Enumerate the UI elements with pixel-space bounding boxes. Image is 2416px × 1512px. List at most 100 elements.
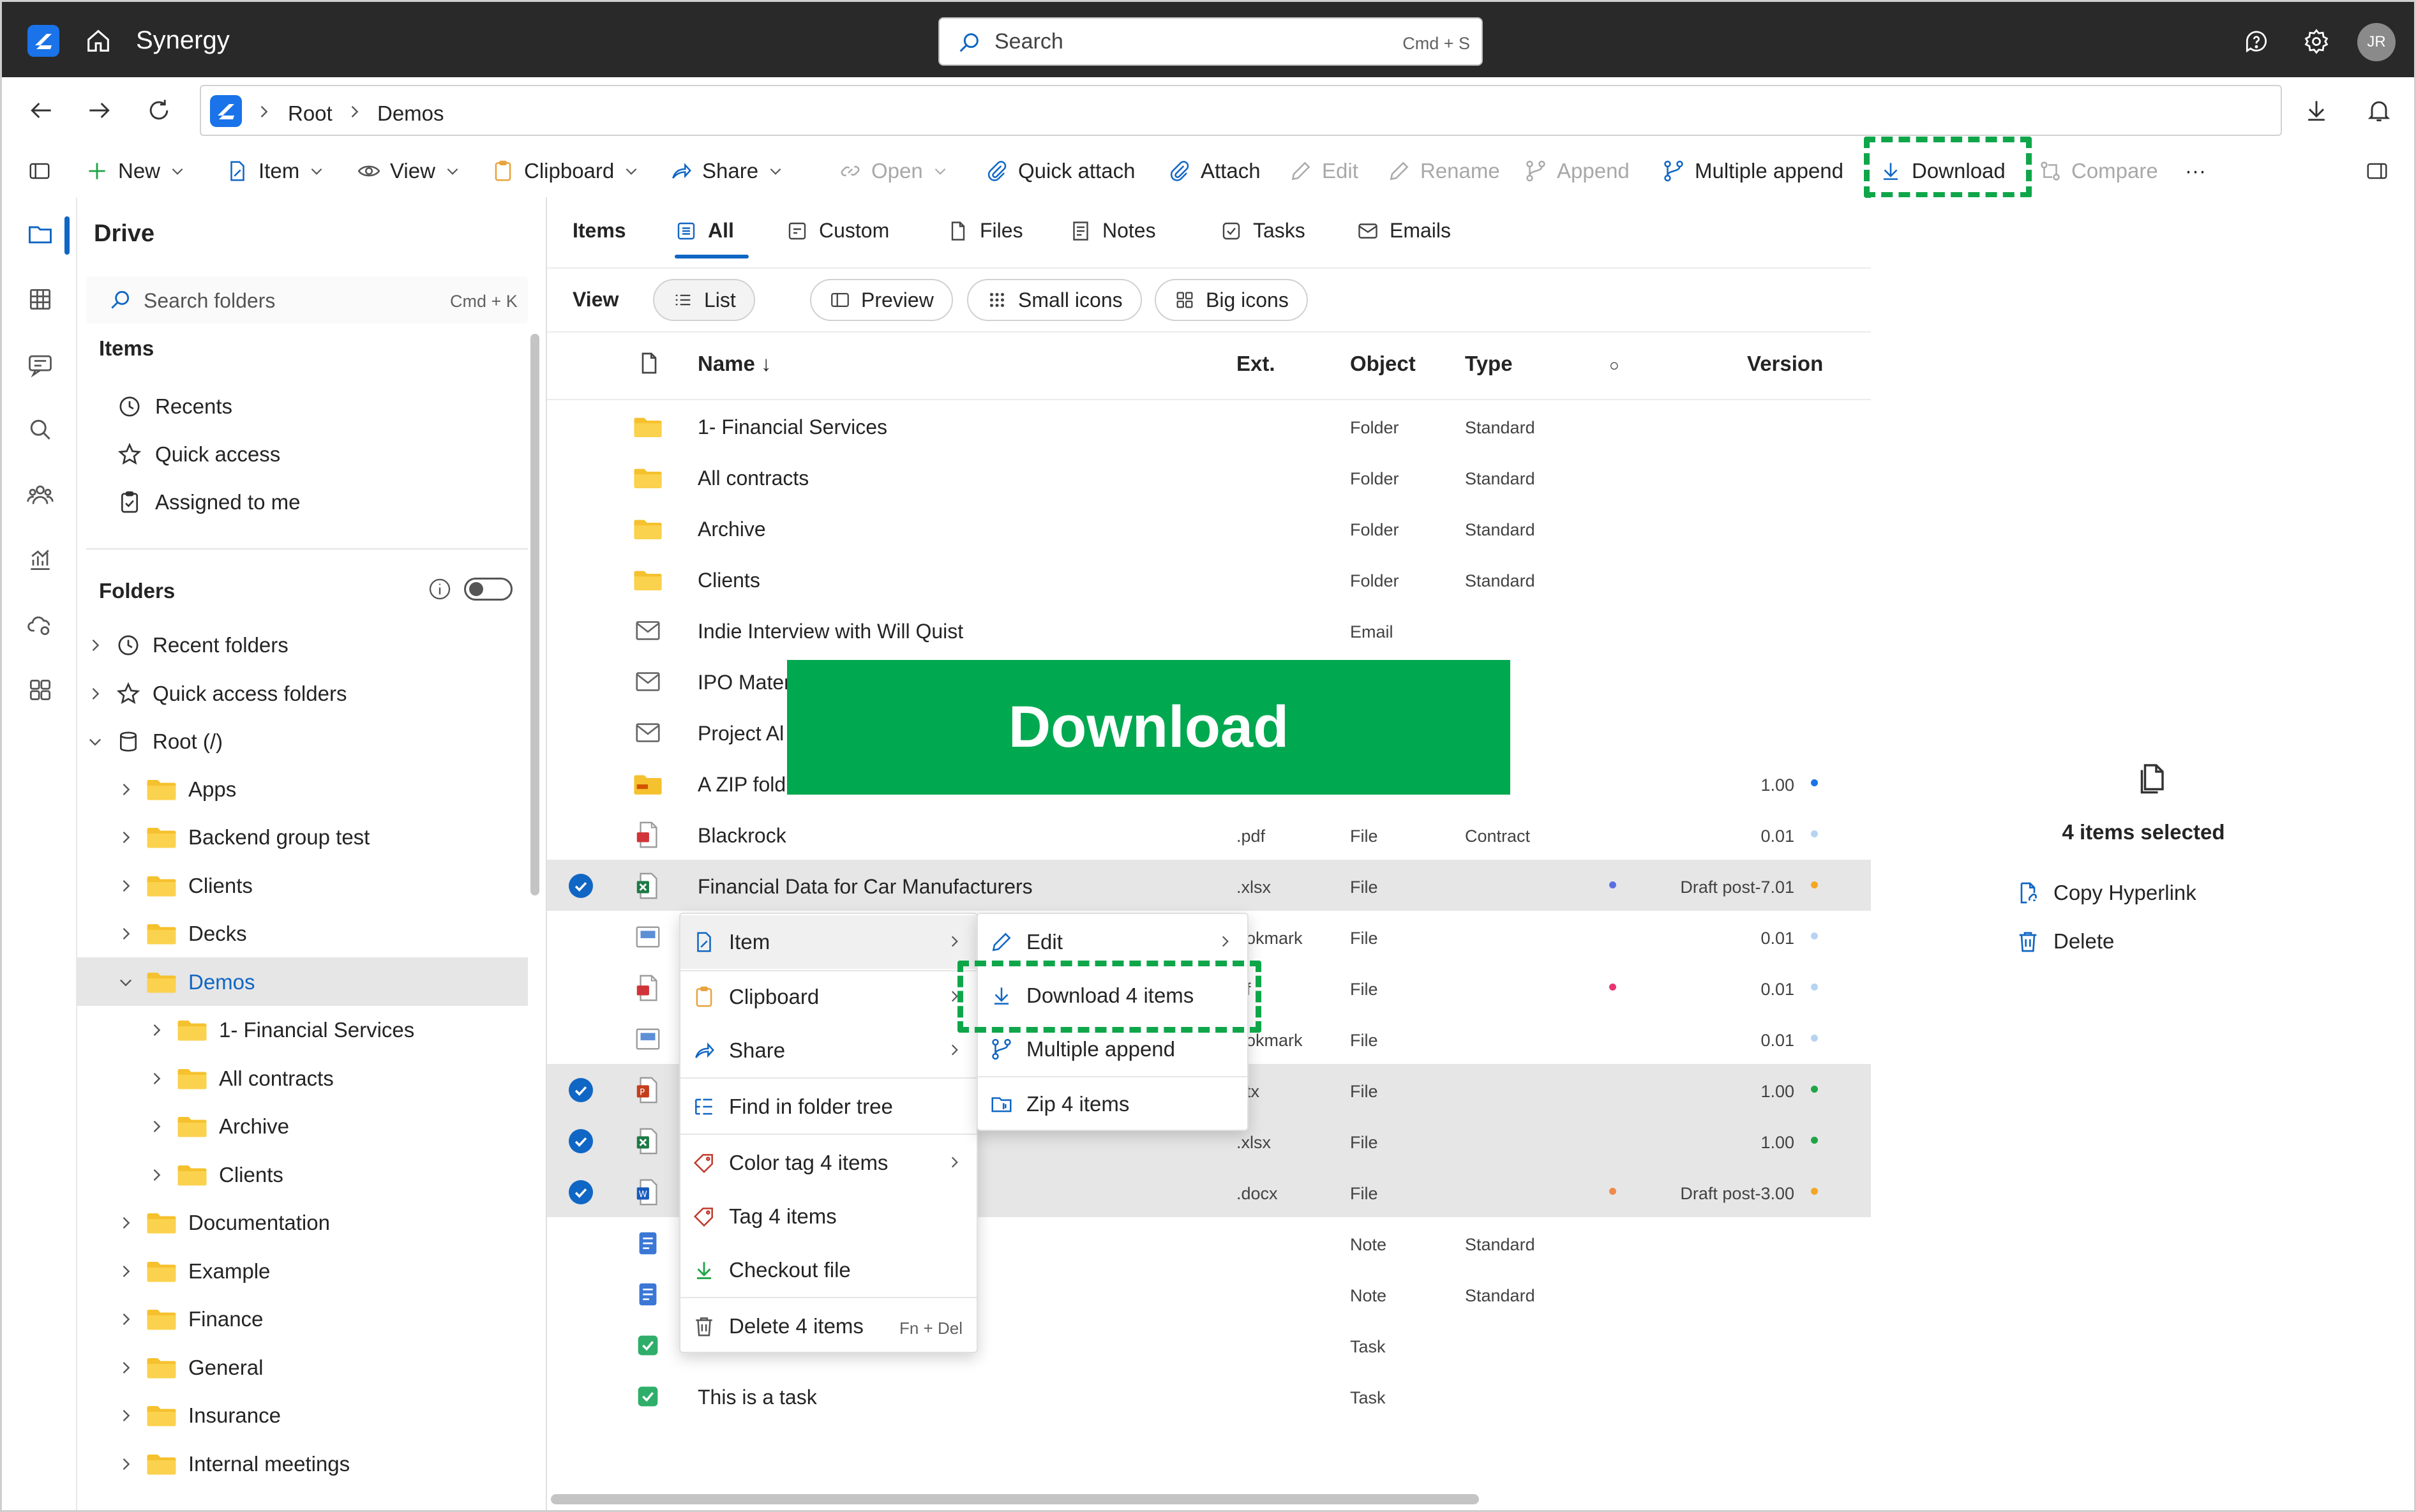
chevron-right-icon[interactable]: [147, 1166, 165, 1184]
view-list-button[interactable]: List: [653, 279, 755, 321]
table-row[interactable]: All contracts Folder Standard: [547, 451, 1871, 502]
submenu-multiple-append[interactable]: Multiple append: [978, 1022, 1247, 1076]
tree-root[interactable]: Root (/): [86, 729, 223, 754]
chevron-right-icon[interactable]: [117, 1455, 135, 1473]
tree-folder-all-contracts[interactable]: All contracts: [147, 1067, 334, 1091]
tree-folder-apps[interactable]: Apps: [117, 777, 236, 802]
selected-checkmark-icon[interactable]: [569, 874, 593, 898]
chevron-down-icon[interactable]: [86, 733, 104, 751]
clipboard-button[interactable]: Clipboard: [491, 155, 640, 187]
tree-folder-demos[interactable]: Demos: [117, 970, 255, 994]
chevron-right-icon[interactable]: [117, 925, 135, 943]
folder-search-input[interactable]: Search folders Cmd + K: [86, 276, 528, 324]
tree-folder-documentation[interactable]: Documentation: [117, 1211, 330, 1235]
folders-toggle-switch[interactable]: [464, 578, 513, 601]
tab-files[interactable]: Files: [947, 219, 1023, 243]
open-button[interactable]: Open: [838, 155, 949, 187]
attach-button[interactable]: Attach: [1167, 155, 1261, 187]
download-arrow-icon[interactable]: [2302, 96, 2330, 124]
view-preview-button[interactable]: Preview: [810, 279, 953, 321]
tab-custom[interactable]: Custom: [786, 219, 889, 243]
tree-folder-insurance[interactable]: Insurance: [117, 1403, 281, 1428]
tab-all[interactable]: All: [675, 219, 734, 243]
menu-item-checkout[interactable]: Checkout file: [680, 1243, 977, 1297]
tree-folder-clients[interactable]: Clients: [117, 874, 253, 898]
item-button[interactable]: Item: [225, 155, 325, 187]
global-search-input[interactable]: Search Cmd + S: [938, 17, 1483, 66]
sidebar-toggle-button[interactable]: [27, 155, 52, 187]
chevron-right-icon[interactable]: [117, 1359, 135, 1377]
breadcrumb-root[interactable]: Root: [288, 101, 333, 126]
column-header-status[interactable]: ○: [1609, 356, 1619, 375]
tree-folder-general[interactable]: General: [117, 1356, 263, 1380]
refresh-icon[interactable]: [145, 96, 173, 124]
sidebar-item-quick-access[interactable]: Quick access: [117, 442, 280, 467]
submenu-zip[interactable]: Zip 4 items: [978, 1077, 1247, 1131]
view-button[interactable]: View: [357, 155, 461, 187]
drive-folder-icon[interactable]: [26, 220, 54, 248]
grid-table-icon[interactable]: [26, 285, 54, 313]
edit-button[interactable]: Edit: [1289, 155, 1358, 187]
tree-folder-internal-meetings[interactable]: Internal meetings: [117, 1452, 350, 1476]
chevron-down-icon[interactable]: [117, 973, 135, 991]
table-row[interactable]: This is a task Task: [547, 1370, 1871, 1421]
analytics-icon[interactable]: [26, 546, 54, 574]
forward-arrow-icon[interactable]: [85, 96, 113, 124]
table-row[interactable]: Blackrock .pdf File Contract 0.01: [547, 809, 1871, 860]
download-button[interactable]: Download: [1879, 155, 2006, 187]
chevron-right-icon[interactable]: [117, 828, 135, 846]
back-arrow-icon[interactable]: [27, 96, 56, 124]
table-row[interactable]: Clients Folder Standard: [547, 553, 1871, 604]
chevron-right-icon[interactable]: [86, 636, 104, 654]
info-icon[interactable]: [427, 576, 453, 602]
tab-tasks[interactable]: Tasks: [1220, 219, 1305, 243]
menu-item-color-tag[interactable]: Color tag 4 items: [680, 1136, 977, 1190]
selected-checkmark-icon[interactable]: [569, 1078, 593, 1102]
chevron-right-icon[interactable]: [117, 1214, 135, 1232]
multiple-append-button[interactable]: Multiple append: [1662, 155, 1843, 187]
horizontal-scrollbar[interactable]: [551, 1494, 1479, 1504]
tree-folder-decks[interactable]: Decks: [117, 922, 247, 946]
sidebar-scrollbar[interactable]: [530, 334, 539, 895]
tree-folder-archive[interactable]: Archive: [147, 1114, 289, 1139]
tab-emails[interactable]: Emails: [1356, 219, 1451, 243]
people-icon[interactable]: [26, 481, 54, 509]
breadcrumb-logo[interactable]: [210, 95, 242, 127]
tree-recent-folders[interactable]: Recent folders: [86, 632, 289, 658]
breadcrumb-demos[interactable]: Demos: [377, 101, 444, 126]
settings-gear-icon[interactable]: [2302, 27, 2330, 56]
search-icon[interactable]: [26, 415, 54, 444]
new-button[interactable]: New: [85, 155, 186, 187]
chevron-right-icon[interactable]: [147, 1021, 165, 1039]
view-big-icons-button[interactable]: Big icons: [1155, 279, 1308, 321]
menu-item-share[interactable]: Share: [680, 1024, 977, 1077]
view-small-icons-button[interactable]: Small icons: [967, 279, 1142, 321]
column-header-ext[interactable]: Ext.: [1236, 352, 1275, 376]
tree-folder-backend-group-test[interactable]: Backend group test: [117, 825, 370, 850]
chevron-right-icon[interactable]: [117, 877, 135, 895]
delete-selection-button[interactable]: Delete: [2015, 929, 2114, 954]
chevron-right-icon[interactable]: [117, 1262, 135, 1280]
details-panel-toggle[interactable]: [2365, 155, 2389, 187]
submenu-download[interactable]: Download 4 items: [978, 969, 1247, 1022]
apps-grid-icon[interactable]: [26, 676, 54, 704]
tab-notes[interactable]: Notes: [1069, 219, 1156, 243]
menu-item-item[interactable]: Item: [680, 915, 977, 969]
compare-button[interactable]: Compare: [2038, 155, 2158, 187]
tree-folder-example[interactable]: Example: [117, 1259, 270, 1284]
bell-icon[interactable]: [2365, 96, 2393, 124]
copy-hyperlink-button[interactable]: Copy Hyperlink: [2015, 880, 2196, 906]
chevron-right-icon[interactable]: [117, 1407, 135, 1425]
home-icon[interactable]: [84, 26, 113, 56]
table-row[interactable]: Indie Interview with Will Quist Email: [547, 604, 1871, 655]
chevron-right-icon[interactable]: [147, 1118, 165, 1135]
tree-folder-1-financial-services[interactable]: 1- Financial Services: [147, 1018, 414, 1042]
tree-folder-finance[interactable]: Finance: [117, 1307, 263, 1331]
tree-folder-clients[interactable]: Clients: [147, 1163, 283, 1187]
menu-item-clipboard[interactable]: Clipboard: [680, 970, 977, 1024]
chevron-right-icon[interactable]: [117, 781, 135, 798]
quick-attach-button[interactable]: Quick attach: [985, 155, 1135, 187]
column-header-type[interactable]: Type: [1465, 352, 1513, 376]
cloud-settings-icon[interactable]: [26, 611, 54, 639]
menu-item-find-in-tree[interactable]: Find in folder tree: [680, 1080, 977, 1134]
